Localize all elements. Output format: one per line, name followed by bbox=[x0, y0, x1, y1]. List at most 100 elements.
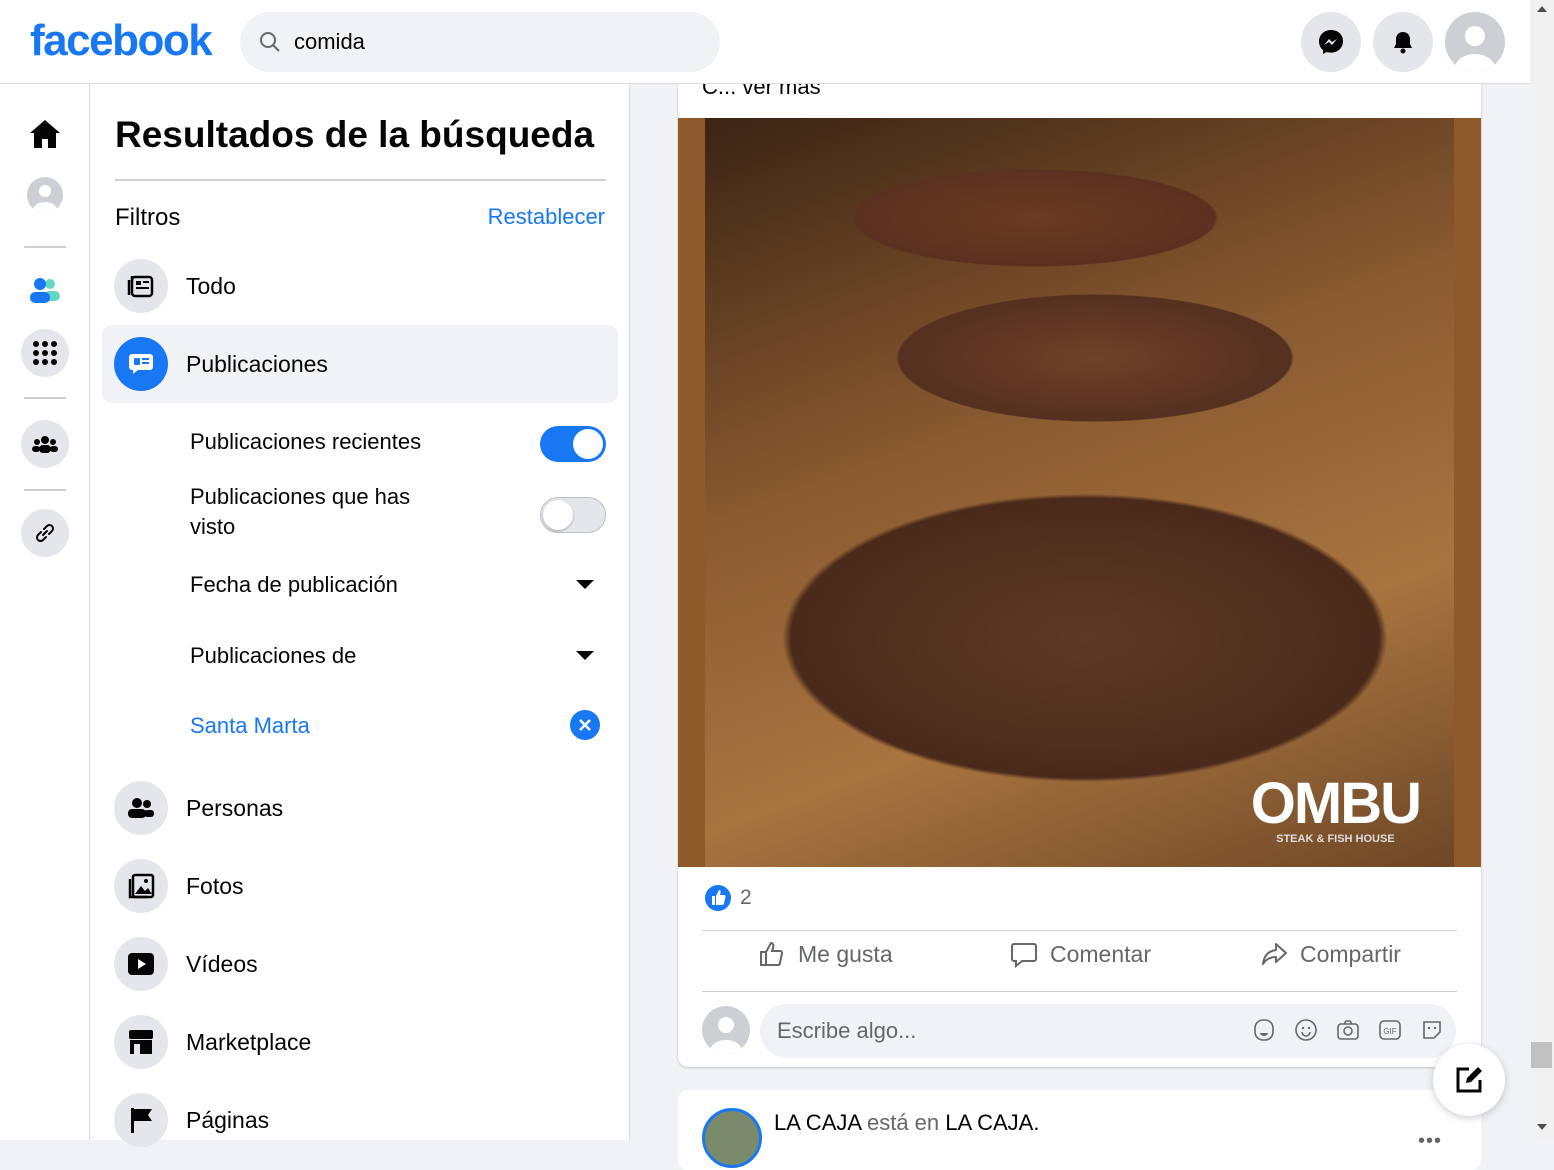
divider bbox=[24, 489, 66, 491]
commenter-avatar[interactable] bbox=[702, 1006, 750, 1054]
marketplace-icon bbox=[114, 1015, 168, 1069]
filter-publicaciones[interactable]: Publicaciones bbox=[102, 325, 618, 403]
friends-button[interactable] bbox=[21, 266, 69, 314]
divider bbox=[24, 397, 66, 399]
like-label: Me gusta bbox=[798, 940, 893, 967]
posts-from-filter[interactable]: Publicaciones de bbox=[190, 641, 356, 671]
profile-button[interactable] bbox=[27, 177, 63, 213]
divider bbox=[702, 991, 1457, 992]
comment-input[interactable]: Escribe algo... GIF bbox=[760, 1004, 1456, 1058]
comment-button[interactable]: Comentar bbox=[1010, 940, 1151, 968]
bell-icon bbox=[1394, 32, 1412, 54]
friends-icon bbox=[30, 278, 60, 303]
recent-posts-toggle[interactable] bbox=[540, 426, 606, 462]
chevron-down-icon[interactable] bbox=[576, 580, 594, 589]
post-header: LA CAJA está en LA CAJA. bbox=[774, 1110, 1039, 1136]
home-icon bbox=[30, 120, 60, 148]
grid-icon bbox=[33, 341, 57, 365]
top-bar: facebook comida bbox=[0, 0, 1530, 84]
photos-icon bbox=[114, 859, 168, 913]
chevron-down-icon[interactable] bbox=[576, 651, 594, 660]
location-filter[interactable]: Santa Marta bbox=[190, 711, 310, 741]
reaction-summary[interactable]: 2 bbox=[704, 884, 752, 912]
filter-label: Todo bbox=[186, 272, 236, 299]
share-icon bbox=[1262, 943, 1287, 965]
scrollbar-thumb[interactable] bbox=[1531, 1042, 1552, 1068]
divider bbox=[24, 246, 66, 248]
avatar-icon bbox=[1455, 26, 1495, 72]
filter-marketplace[interactable]: Marketplace bbox=[102, 1003, 618, 1081]
filter-fotos[interactable]: Fotos bbox=[102, 847, 618, 925]
posts-icon bbox=[114, 337, 168, 391]
more-options-icon[interactable]: ••• bbox=[1418, 1130, 1442, 1153]
author-link[interactable]: LA CAJA bbox=[774, 1110, 861, 1135]
post-photo[interactable]: OMBU STEAK & FISH HOUSE bbox=[678, 118, 1481, 867]
comment-label: Comentar bbox=[1050, 940, 1151, 967]
notifications-button[interactable] bbox=[1373, 12, 1433, 72]
ombu-logo: OMBU STEAK & FISH HOUSE bbox=[1250, 771, 1422, 846]
like-button[interactable]: Me gusta bbox=[758, 940, 893, 968]
scrollbar[interactable] bbox=[1530, 0, 1554, 1140]
links-button[interactable] bbox=[21, 509, 69, 557]
compose-icon bbox=[1456, 1067, 1482, 1093]
comment-icon bbox=[1011, 943, 1037, 968]
camera-icon[interactable] bbox=[1336, 1018, 1360, 1042]
groups-button[interactable] bbox=[21, 420, 69, 468]
gif-icon[interactable]: GIF bbox=[1378, 1018, 1402, 1042]
account-avatar[interactable] bbox=[1445, 12, 1505, 72]
scroll-up-icon[interactable] bbox=[1537, 6, 1547, 12]
filter-todo[interactable]: Todo bbox=[102, 247, 618, 325]
like-reaction-icon bbox=[705, 885, 731, 911]
groups-icon bbox=[32, 436, 58, 453]
search-input[interactable]: comida bbox=[240, 12, 720, 72]
comment-placeholder: Escribe algo... bbox=[777, 1018, 917, 1043]
divider bbox=[702, 930, 1457, 931]
link-icon bbox=[35, 523, 55, 543]
share-button[interactable]: Compartir bbox=[1260, 940, 1401, 968]
messenger-icon bbox=[1319, 30, 1343, 54]
home-button[interactable] bbox=[21, 110, 69, 158]
place-link[interactable]: LA CAJA bbox=[945, 1110, 1033, 1135]
filter-label: Vídeos bbox=[186, 950, 258, 977]
remove-location-button[interactable] bbox=[570, 710, 600, 740]
scroll-down-icon[interactable] bbox=[1537, 1124, 1547, 1130]
filters-heading: Filtros bbox=[115, 204, 181, 231]
seen-posts-toggle[interactable] bbox=[540, 497, 606, 533]
reset-link[interactable]: Restablecer bbox=[488, 204, 605, 230]
filter-paginas[interactable]: Páginas bbox=[102, 1081, 618, 1159]
filter-label: Publicaciones bbox=[186, 350, 328, 377]
like-count: 2 bbox=[740, 886, 752, 909]
facebook-logo[interactable]: facebook bbox=[30, 16, 213, 66]
post-period: . bbox=[1033, 1110, 1040, 1135]
avatar-icon bbox=[710, 1017, 742, 1054]
sticker-icon[interactable] bbox=[1420, 1018, 1444, 1042]
filter-label: Marketplace bbox=[186, 1028, 312, 1055]
avatar-sticker-icon[interactable] bbox=[1252, 1018, 1276, 1042]
filter-label: Fotos bbox=[186, 872, 244, 899]
svg-text:GIF: GIF bbox=[1383, 1027, 1396, 1036]
post-card: LA CAJA está en LA CAJA. ••• bbox=[678, 1090, 1481, 1170]
avatar-icon bbox=[33, 185, 57, 213]
filter-videos[interactable]: Vídeos bbox=[102, 925, 618, 1003]
filters-panel: Resultados de la búsqueda Filtros Restab… bbox=[90, 84, 630, 1147]
video-icon bbox=[114, 937, 168, 991]
post-card: C... ver más OMBU STEAK & FISH HOUSE 2 Me… bbox=[678, 60, 1481, 1067]
messenger-button[interactable] bbox=[1301, 12, 1361, 72]
steak-image: OMBU STEAK & FISH HOUSE bbox=[705, 118, 1454, 867]
page-title: Resultados de la búsqueda bbox=[115, 114, 595, 155]
divider bbox=[115, 179, 606, 181]
filter-label: Páginas bbox=[186, 1106, 270, 1133]
share-label: Compartir bbox=[1300, 940, 1401, 967]
all-results-icon bbox=[114, 259, 168, 313]
menu-button[interactable] bbox=[21, 329, 69, 377]
recent-posts-label: Publicaciones recientes bbox=[190, 429, 422, 454]
filter-personas[interactable]: Personas bbox=[102, 769, 618, 847]
date-filter[interactable]: Fecha de publicación bbox=[190, 570, 398, 600]
post-verb: está en bbox=[866, 1110, 940, 1135]
emoji-icon[interactable] bbox=[1294, 1018, 1318, 1042]
thumbs-up-icon bbox=[760, 941, 784, 966]
page-avatar[interactable] bbox=[702, 1108, 762, 1168]
flag-icon bbox=[114, 1093, 168, 1147]
new-message-button[interactable] bbox=[1433, 1044, 1505, 1116]
search-value: comida bbox=[294, 29, 365, 54]
